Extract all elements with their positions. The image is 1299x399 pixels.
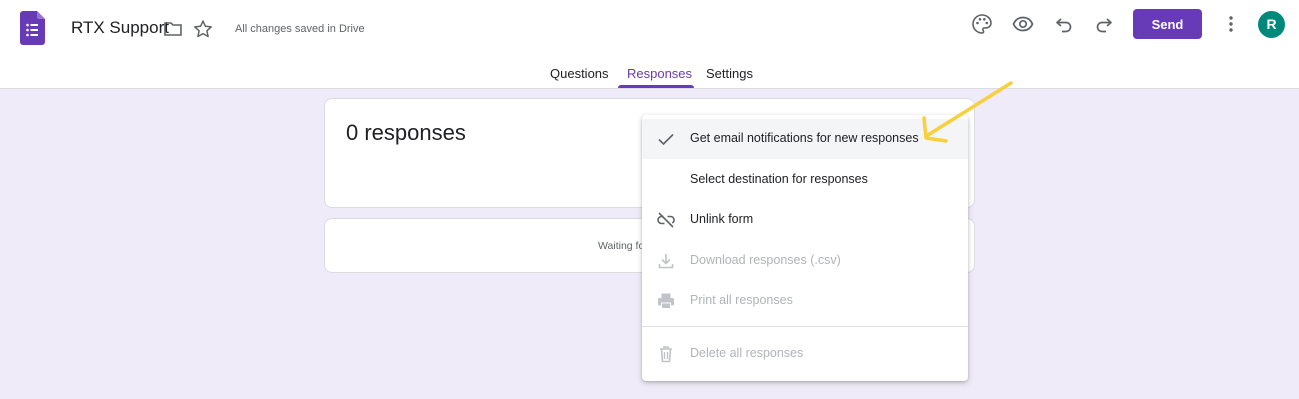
menu-item-delete-responses[interactable]: Delete all responses xyxy=(642,334,968,374)
app-header: RTX Support All changes saved in Drive S… xyxy=(0,0,1299,89)
menu-item-select-destination[interactable]: Select destination for responses xyxy=(642,160,968,200)
undo-icon[interactable] xyxy=(1053,13,1075,35)
check-icon xyxy=(658,133,674,146)
menu-divider xyxy=(642,326,968,327)
menu-item-unlink-form[interactable]: Unlink form xyxy=(642,200,968,240)
folder-icon[interactable] xyxy=(163,19,183,39)
menu-item-label: Select destination for responses xyxy=(690,172,868,186)
menu-item-label: Download responses (.csv) xyxy=(690,253,841,267)
menu-item-label: Delete all responses xyxy=(690,346,804,360)
responses-options-menu: Get email notifications for new response… xyxy=(642,115,968,381)
forms-logo-icon[interactable] xyxy=(20,11,45,45)
menu-item-label: Get email notifications for new response… xyxy=(690,131,919,145)
menu-item-email-notifications[interactable]: Get email notifications for new response… xyxy=(642,119,968,159)
avatar[interactable]: R xyxy=(1258,11,1285,38)
menu-item-label: Print all responses xyxy=(690,293,793,307)
star-icon[interactable] xyxy=(193,19,213,39)
trash-icon xyxy=(660,346,672,363)
menu-item-label: Unlink form xyxy=(690,212,754,226)
waiting-text: Waiting fo xyxy=(598,240,645,252)
save-status: All changes saved in Drive xyxy=(235,23,365,35)
eye-icon[interactable] xyxy=(1012,13,1034,35)
document-title[interactable]: RTX Support xyxy=(71,18,169,38)
menu-item-print-responses[interactable]: Print all responses xyxy=(642,281,968,321)
tab-responses[interactable]: Responses xyxy=(627,66,692,81)
active-tab-indicator xyxy=(618,85,694,88)
tab-questions[interactable]: Questions xyxy=(550,66,609,81)
responses-count: 0 responses xyxy=(346,120,466,145)
print-icon xyxy=(658,293,674,309)
menu-item-download-csv[interactable]: Download responses (.csv) xyxy=(642,241,968,281)
palette-icon[interactable] xyxy=(971,13,993,35)
more-vert-icon[interactable] xyxy=(1220,13,1242,35)
tab-bar: Questions Responses Settings xyxy=(0,58,1299,89)
link-off-icon xyxy=(657,212,675,228)
redo-icon[interactable] xyxy=(1093,13,1115,35)
download-icon xyxy=(658,254,674,269)
send-button[interactable]: Send xyxy=(1133,9,1202,39)
tab-settings[interactable]: Settings xyxy=(706,66,753,81)
